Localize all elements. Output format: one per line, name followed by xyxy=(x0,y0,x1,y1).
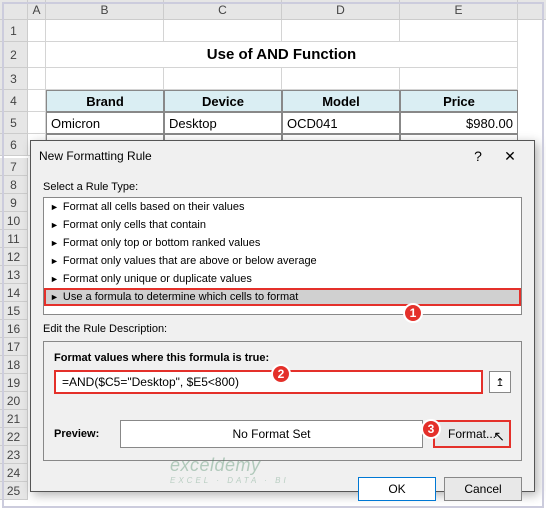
row-header[interactable]: 3 xyxy=(0,68,28,90)
row-header[interactable]: 18 xyxy=(0,356,28,374)
row-header[interactable]: 11 xyxy=(0,230,28,248)
preview-label: Preview: xyxy=(54,428,110,440)
column-headers: A B C D E xyxy=(0,0,546,20)
row-header[interactable]: 4 xyxy=(0,90,28,112)
rule-type-label: Format only values that are above or bel… xyxy=(63,255,317,267)
cancel-button[interactable]: Cancel xyxy=(444,477,522,501)
dialog-title: New Formatting Rule xyxy=(39,149,462,163)
row-header[interactable]: 17 xyxy=(0,338,28,356)
rule-type-label: Format only unique or duplicate values xyxy=(63,273,252,285)
dialog-titlebar[interactable]: New Formatting Rule ? ✕ xyxy=(31,141,534,171)
arrow-icon: ► xyxy=(50,238,59,248)
annotation-badge-1: 1 xyxy=(403,303,423,323)
cell[interactable] xyxy=(282,68,400,90)
select-all-corner[interactable] xyxy=(0,0,28,19)
edit-description-label: Edit the Rule Description: xyxy=(43,323,522,335)
table-header-brand[interactable]: Brand xyxy=(46,90,164,112)
rule-type-item[interactable]: ► Format only unique or duplicate values xyxy=(44,270,521,288)
row-header[interactable]: 7 xyxy=(0,158,28,176)
col-header-A[interactable]: A xyxy=(28,0,46,19)
row-header[interactable]: 1 xyxy=(0,20,28,42)
collapse-icon: ↥ xyxy=(495,376,504,389)
cell[interactable] xyxy=(28,20,46,42)
cell[interactable] xyxy=(400,20,518,42)
col-header-D[interactable]: D xyxy=(282,0,400,19)
cell[interactable] xyxy=(282,20,400,42)
row-header[interactable]: 13 xyxy=(0,266,28,284)
rule-type-label: Format only top or bottom ranked values xyxy=(63,237,260,249)
row-header[interactable]: 19 xyxy=(0,374,28,392)
rule-type-item-selected[interactable]: ► Use a formula to determine which cells … xyxy=(44,288,521,306)
cell[interactable] xyxy=(46,20,164,42)
sheet-title[interactable]: Use of AND Function xyxy=(46,42,518,68)
collapse-dialog-button[interactable]: ↥ xyxy=(489,371,511,393)
table-cell[interactable]: Desktop xyxy=(164,112,282,134)
table-cell[interactable]: $980.00 xyxy=(400,112,518,134)
row-header[interactable]: 21 xyxy=(0,410,28,428)
help-button[interactable]: ? xyxy=(462,148,494,164)
rule-type-item[interactable]: ► Format only values that are above or be… xyxy=(44,252,521,270)
annotation-badge-3: 3 xyxy=(421,419,441,439)
row-header[interactable]: 2 xyxy=(0,42,28,68)
rule-type-item[interactable]: ► Format only top or bottom ranked values xyxy=(44,234,521,252)
format-button-label: Format... xyxy=(448,427,496,441)
row-header[interactable]: 16 xyxy=(0,320,28,338)
table-cell[interactable]: OCD041 xyxy=(282,112,400,134)
rule-type-list[interactable]: ►Format all cells based on their values … xyxy=(43,197,522,315)
new-formatting-rule-dialog: New Formatting Rule ? ✕ Select a Rule Ty… xyxy=(30,140,535,492)
arrow-icon: ► xyxy=(50,202,59,212)
arrow-icon: ► xyxy=(50,256,59,266)
table-header-device[interactable]: Device xyxy=(164,90,282,112)
rule-type-label: Format all cells based on their values xyxy=(63,201,245,213)
ok-button[interactable]: OK xyxy=(358,477,436,501)
cell[interactable] xyxy=(400,68,518,90)
cell[interactable] xyxy=(46,68,164,90)
rule-type-label: Format only cells that contain xyxy=(63,219,206,231)
watermark: exceldemy EXCEL · DATA · BI xyxy=(170,455,289,485)
row-header[interactable]: 22 xyxy=(0,428,28,446)
row-header[interactable]: 6 xyxy=(0,134,28,156)
row-header[interactable]: 25 xyxy=(0,482,28,500)
row-header[interactable]: 5 xyxy=(0,112,28,134)
formula-label: Format values where this formula is true… xyxy=(54,352,511,364)
cell[interactable] xyxy=(28,42,46,68)
row-header[interactable]: 9 xyxy=(0,194,28,212)
row-header[interactable]: 23 xyxy=(0,446,28,464)
preview-box: No Format Set xyxy=(120,420,423,448)
rule-description-box: Format values where this formula is true… xyxy=(43,341,522,461)
cell[interactable] xyxy=(164,68,282,90)
arrow-icon: ► xyxy=(50,274,59,284)
row-header[interactable]: 20 xyxy=(0,392,28,410)
rule-type-item[interactable]: ► Format only cells that contain xyxy=(44,216,521,234)
formula-input[interactable] xyxy=(54,370,483,394)
format-button[interactable]: Format...↖ xyxy=(433,420,511,448)
col-header-E[interactable]: E xyxy=(400,0,518,19)
table-header-price[interactable]: Price xyxy=(400,90,518,112)
cell[interactable] xyxy=(28,68,46,90)
rule-type-label: Use a formula to determine which cells t… xyxy=(63,291,298,303)
table-header-model[interactable]: Model xyxy=(282,90,400,112)
table-cell[interactable]: Omicron xyxy=(46,112,164,134)
cell[interactable] xyxy=(28,90,46,112)
col-header-B[interactable]: B xyxy=(46,0,164,19)
row-header[interactable]: 15 xyxy=(0,302,28,320)
watermark-main: exceldemy xyxy=(170,455,261,475)
row-header[interactable]: 24 xyxy=(0,464,28,482)
watermark-sub: EXCEL · DATA · BI xyxy=(170,476,289,485)
cell[interactable] xyxy=(28,112,46,134)
row-header[interactable]: 8 xyxy=(0,176,28,194)
row-header[interactable]: 12 xyxy=(0,248,28,266)
rule-type-item[interactable]: ► Format all cells based on their values xyxy=(44,198,521,216)
annotation-badge-2: 2 xyxy=(271,364,291,384)
close-button[interactable]: ✕ xyxy=(494,148,526,165)
arrow-icon: ► xyxy=(50,220,59,230)
row-header[interactable]: 10 xyxy=(0,212,28,230)
cursor-icon: ↖ xyxy=(493,428,505,445)
cell[interactable] xyxy=(164,20,282,42)
select-rule-type-label: Select a Rule Type: xyxy=(43,181,522,193)
col-header-C[interactable]: C xyxy=(164,0,282,19)
row-header[interactable]: 14 xyxy=(0,284,28,302)
spreadsheet: A B C D E 1 2 Use of AND Function 3 4 Bran… xyxy=(0,0,546,156)
arrow-icon: ► xyxy=(50,292,59,302)
